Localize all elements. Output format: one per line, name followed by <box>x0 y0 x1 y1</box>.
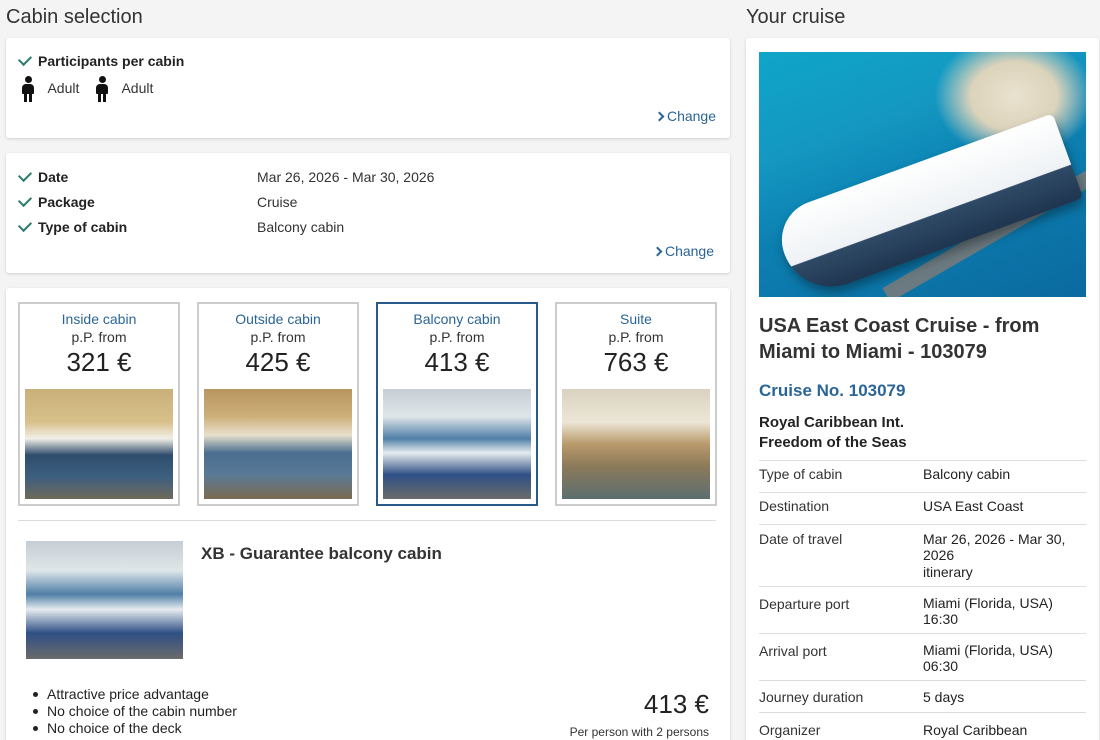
ship-photo <box>759 52 1086 297</box>
change-label: Change <box>666 108 716 124</box>
participant-label: Adult <box>121 80 154 97</box>
summary-label: Date <box>38 169 69 185</box>
person-icon <box>96 76 108 102</box>
offer-bullet: No choice of the deck <box>26 720 237 737</box>
cabin-card-inside[interactable]: Inside cabin p.P. from 321 € <box>18 302 180 506</box>
offer-title: XB - Guarantee balcony cabin <box>201 544 442 563</box>
summary-row-date: Date <box>17 167 69 187</box>
person-icon <box>22 76 34 102</box>
cabin-selection-title: Cabin selection <box>6 6 143 28</box>
participant-adult-2: Adult <box>96 76 153 102</box>
change-label: Change <box>664 243 714 259</box>
detail-row-destination: Destination USA East Coast <box>759 492 1086 524</box>
detail-value: Miami (Florida, USA) <box>923 642 1053 658</box>
cabin-from-label: p.P. from <box>71 329 127 345</box>
summary-panel: Date Mar 26, 2026 - Mar 30, 2026 Package… <box>6 153 730 273</box>
offer-bullet: Attractive price advantage <box>26 686 237 703</box>
cruise-ship: Freedom of the Seas <box>759 434 907 451</box>
summary-label: Type of cabin <box>38 219 128 235</box>
offer-bullet: No choice of the cabin number <box>26 703 237 720</box>
cabin-card-balcony[interactable]: Balcony cabin p.P. from 413 € <box>376 302 538 506</box>
participant-adult-1: Adult <box>22 76 79 102</box>
detail-value: Balcony cabin <box>923 466 1011 482</box>
cabin-from-label: p.P. from <box>608 329 664 345</box>
detail-time: 16:30 <box>923 611 959 627</box>
detail-label: Organizer <box>759 722 821 738</box>
chevron-right-icon <box>654 111 665 122</box>
summary-value: Balcony cabin <box>257 219 345 235</box>
itinerary-link[interactable]: itinerary <box>923 564 1083 580</box>
check-icon <box>17 217 33 233</box>
cabin-photo <box>383 389 531 499</box>
cabin-price: 321 € <box>66 347 132 377</box>
participants-header: Participants per cabin <box>17 51 185 71</box>
chevron-right-icon <box>652 246 663 257</box>
cabin-photo <box>562 389 710 499</box>
cabin-photo <box>204 389 352 499</box>
cruise-number: Cruise No. 103079 <box>759 381 906 400</box>
detail-row-departure: Departure port Miami (Florida, USA) 16:3… <box>759 586 1086 633</box>
detail-value: USA East Coast <box>923 498 1024 514</box>
detail-row-date: Date of travel Mar 26, 2026 - Mar 30, 20… <box>759 524 1086 586</box>
cabin-name: Suite <box>620 311 652 327</box>
detail-value: 5 days <box>923 689 965 705</box>
detail-row-organizer: Organizer Royal Caribbean <box>759 712 1086 740</box>
detail-label: Destination <box>759 498 830 514</box>
detail-label: Journey duration <box>759 689 864 705</box>
cabin-card-suite[interactable]: Suite p.P. from 763 € <box>555 302 717 506</box>
detail-label: Arrival port <box>759 643 827 659</box>
cabin-from-label: p.P. from <box>429 329 485 345</box>
detail-row-duration: Journey duration 5 days <box>759 680 1086 712</box>
summary-row-package: Package <box>17 192 95 212</box>
participants-panel: Participants per cabin Adult Adult Chang… <box>6 38 730 138</box>
divider <box>18 520 716 521</box>
offer-photo <box>26 541 183 659</box>
detail-row-arrival: Arrival port Miami (Florida, USA) 06:30 <box>759 633 1086 680</box>
check-icon <box>17 192 33 208</box>
detail-value: Royal Caribbean <box>923 722 1028 738</box>
cabin-photo <box>25 389 173 499</box>
participants-label: Participants per cabin <box>38 53 185 69</box>
detail-label: Date of travel <box>759 531 843 547</box>
cabin-name: Outside cabin <box>235 311 321 327</box>
summary-value: Cruise <box>257 194 298 210</box>
detail-time: 06:30 <box>923 658 959 674</box>
offer-price: 413 € <box>643 689 709 719</box>
detail-row-cabin-type: Type of cabin Balcony cabin <box>759 460 1086 492</box>
participant-label: Adult <box>47 80 80 97</box>
detail-value: Mar 26, 2026 - Mar 30, 2026 <box>923 531 1066 563</box>
cabin-price: 413 € <box>424 347 490 377</box>
cabin-price: 425 € <box>245 347 311 377</box>
detail-value: Miami (Florida, USA) <box>923 595 1053 611</box>
cabin-price: 763 € <box>603 347 669 377</box>
offer-price-note: Per person with 2 persons <box>569 725 709 739</box>
summary-label: Package <box>38 194 95 210</box>
check-icon <box>17 51 33 67</box>
offer-bullets: Attractive price advantage No choice of … <box>26 686 237 737</box>
cabin-name: Balcony cabin <box>413 311 501 327</box>
summary-value: Mar 26, 2026 - Mar 30, 2026 <box>257 169 435 185</box>
cabin-from-label: p.P. from <box>250 329 306 345</box>
cabin-card-outside[interactable]: Outside cabin p.P. from 425 € <box>197 302 359 506</box>
summary-row-cabin-type: Type of cabin <box>17 217 128 237</box>
your-cruise-title: Your cruise <box>746 6 846 28</box>
check-icon <box>17 167 33 183</box>
participants-change-link[interactable]: Change <box>654 108 716 124</box>
detail-label: Type of cabin <box>759 466 843 482</box>
detail-label: Departure port <box>759 596 850 612</box>
cruise-heading: USA East Coast Cruise - from Miami to Mi… <box>759 315 1040 363</box>
summary-change-link[interactable]: Change <box>652 243 714 259</box>
cabin-name: Inside cabin <box>61 311 137 327</box>
cruise-company: Royal Caribbean Int. <box>759 414 905 431</box>
